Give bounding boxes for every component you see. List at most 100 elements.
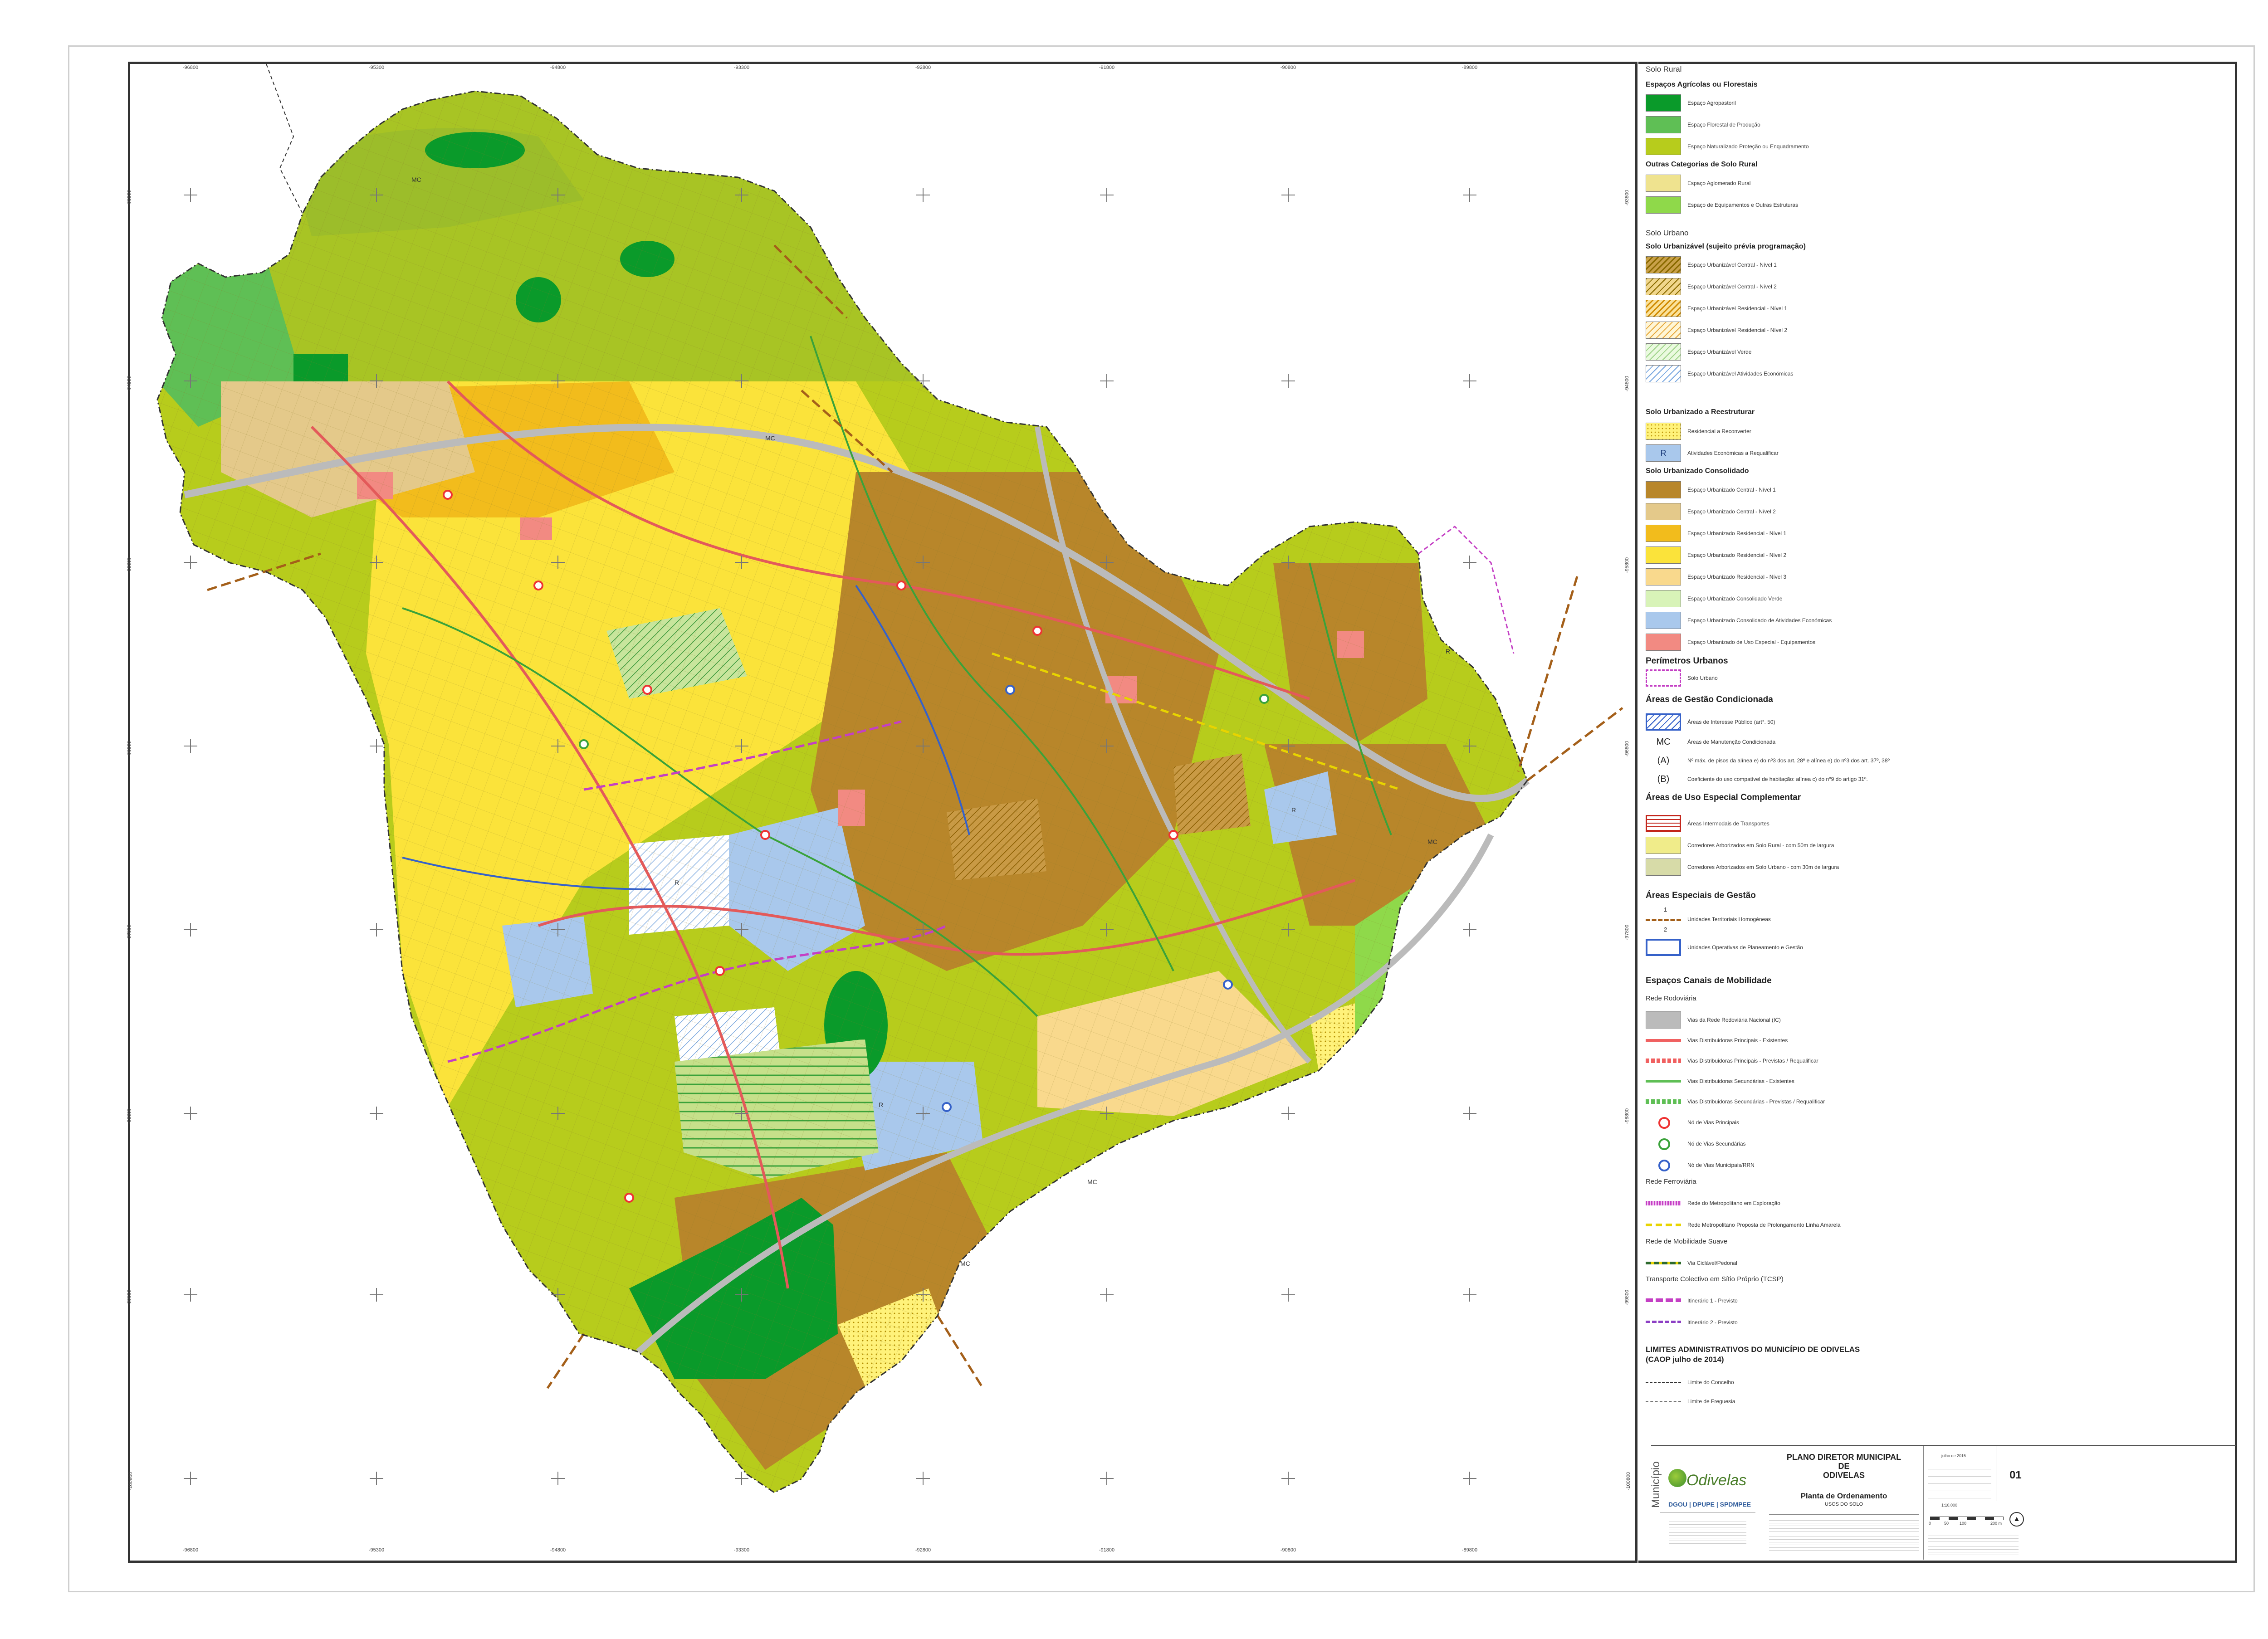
legend-swatch (1646, 503, 1681, 520)
grid-cross-icon (916, 188, 930, 202)
grid-cross-icon (1281, 374, 1295, 388)
legend-suave-title: Rede de Mobilidade Suave (1646, 1238, 1728, 1245)
land-use-zones (157, 91, 1527, 1493)
legend-label: Áreas de Manutenção Condicionada (1687, 739, 1776, 745)
legend-row: Espaço Aglomerado Rural (1646, 175, 1750, 192)
legend-label: Vias Distribuidoras Secundárias - Previs… (1687, 1098, 1825, 1105)
legend-row: Vias Distribuidoras Secundárias - Existe… (1646, 1073, 1794, 1090)
coord-right-1: -93800 (1624, 190, 1630, 206)
grid-cross-icon (551, 1107, 565, 1120)
grid-cross-icon (1463, 1107, 1476, 1120)
legend-row: Espaço Urbanizável Atividades Económicas (1646, 365, 1793, 382)
legend-row: Rede Metropolitano Proposta de Prolongam… (1646, 1216, 1841, 1234)
grid-cross-icon (916, 1472, 930, 1485)
legend-swatch (1646, 1032, 1681, 1049)
grid-cross-icon (370, 1288, 383, 1302)
grid-cross-icon (370, 1472, 383, 1485)
grid-cross-icon (1281, 188, 1295, 202)
legend-row: R Atividades Económicas a Requalificar (1646, 444, 1779, 462)
legend-limites-subtitle: (CAOP julho de 2014) (1646, 1355, 1724, 1364)
legend-areas-especiais-title: Áreas Especiais de Gestão (1646, 891, 1756, 900)
legend-swatch (1646, 1114, 1681, 1131)
coord-right-3: -95800 (1624, 557, 1630, 573)
legend-label: Espaço Urbanizado de Uso Especial - Equi… (1687, 639, 1816, 645)
legend-perimetros-title: Perímetros Urbanos (1646, 656, 1728, 666)
grid-cross-icon (184, 1288, 197, 1302)
svg-text:R: R (1291, 806, 1296, 814)
legend-solo-urbano-group3: Solo Urbanizado Consolidado (1646, 467, 1749, 475)
grid-cross-icon (184, 188, 197, 202)
legend-swatch (1646, 322, 1681, 339)
grid-cross-icon (1100, 374, 1114, 388)
legend-swatch (1646, 343, 1681, 361)
grid-cross-icon (1463, 923, 1476, 937)
department-address-text (1669, 1517, 1746, 1544)
legend-row: Nó de Vias Secundárias (1646, 1135, 1746, 1152)
grid-cross-icon (1100, 1288, 1114, 1302)
municipio-label-wrap: Município (1649, 1451, 1662, 1510)
legend-swatch (1646, 1011, 1681, 1029)
legend-swatch (1646, 546, 1681, 564)
legend-label: Áreas de Interesse Público (art°. 50) (1687, 719, 1775, 725)
legend-label: Espaço Urbanizável Verde (1687, 349, 1752, 355)
legend-row: (B) Coeficiente do uso compatível de habi… (1646, 771, 1868, 788)
legend-row: Itinerário 2 - Previsto (1646, 1314, 1738, 1331)
legend-label: Espaço Urbanizável Residencial - Nível 2 (1687, 327, 1788, 333)
legend-swatch (1646, 911, 1681, 928)
coord-top-7: -90800 (1280, 65, 1296, 70)
grid-cross-icon (370, 374, 383, 388)
coord-top-4: -93300 (733, 65, 750, 70)
legend-label: Corredores Arborizados em Solo Urbano - … (1687, 864, 1839, 870)
scale-tick: 0 (1929, 1521, 1931, 1526)
scale-label: 1:10.000 (1941, 1503, 1958, 1507)
legend-swatch (1646, 196, 1681, 214)
legend-label: Espaço Urbanizável Residencial - Nível 1 (1687, 305, 1788, 312)
grid-cross-icon (370, 556, 383, 569)
municipality-map[interactable]: MC MC MC MC MC R R R R (130, 64, 1635, 1561)
grid-cross-icon (1281, 1107, 1295, 1120)
grid-cross-icon (916, 739, 930, 753)
legend-swatch (1646, 1254, 1681, 1272)
legend-label: Espaço Urbanizado Central - Nível 2 (1687, 508, 1776, 515)
legend-label: Espaço Urbanizado Residencial - Nível 3 (1687, 574, 1787, 580)
legend-swatch (1646, 116, 1681, 133)
grid-cross-icon (551, 374, 565, 388)
grid-cross-icon (735, 1107, 748, 1120)
legend-solo-rural-group2: Outras Categorias de Solo Rural (1646, 161, 1758, 168)
legend-label: Espaço Naturalizado Proteção ou Enquadra… (1687, 143, 1809, 150)
legend-row: Vias Distribuidoras Principais - Previst… (1646, 1052, 1818, 1069)
legend-label: Atividades Económicas a Requalificar (1687, 450, 1779, 456)
legend-row: Espaço Urbanizável Central - Nível 2 (1646, 278, 1777, 295)
grid-cross-icon (184, 739, 197, 753)
legend-swatch (1646, 713, 1681, 731)
legend-gestao-title: Áreas de Gestão Condicionada (1646, 695, 1773, 704)
legend-mobilidade-title: Espaços Canais de Mobilidade (1646, 976, 1772, 985)
scale-tick: 50 (1944, 1521, 1949, 1526)
grid-cross-icon (370, 923, 383, 937)
legend-row: Espaço Florestal de Produção (1646, 116, 1760, 133)
legend-row: Unidades Operativas de Planeamento e Ges… (1646, 939, 1803, 956)
legend-label: Itinerário 1 - Previsto (1687, 1298, 1738, 1304)
legend-swatch (1646, 1093, 1681, 1110)
legend-swatch (1646, 669, 1681, 687)
grid-cross-icon (551, 1472, 565, 1485)
legend-row: Espaço Urbanizado Residencial - Nível 3 (1646, 568, 1786, 585)
legend-swatch (1646, 1135, 1681, 1152)
grid-cross-icon (1463, 1288, 1476, 1302)
coord-bottom-5: -92800 (915, 1547, 931, 1553)
grid-cross-icon (916, 1107, 930, 1120)
legend-row: Áreas Intermodais de Transportes (1646, 815, 1769, 832)
legend-swatch (1646, 837, 1681, 854)
grid-cross-icon (1463, 1472, 1476, 1485)
map-frame[interactable]: MC MC MC MC MC R R R R (128, 62, 1637, 1563)
legend-label: Residencial a Reconverter (1687, 428, 1751, 434)
coord-left-6: -98800 (127, 1108, 132, 1124)
north-arrow-icon: ▲ (2009, 1512, 2024, 1527)
legend-ferroviaria-title: Rede Ferroviária (1646, 1178, 1696, 1185)
coord-bottom-8: -89800 (1461, 1547, 1478, 1553)
grid-cross-icon (1281, 923, 1295, 937)
legend-label: Coeficiente do uso compatível de habitaç… (1687, 776, 1868, 782)
legend-row: Espaço Naturalizado Proteção ou Enquadra… (1646, 138, 1809, 155)
legend-row: Nó de Vias Municipais/RRN (1646, 1156, 1755, 1174)
legend-row: Espaço Urbanizável Verde (1646, 343, 1751, 361)
